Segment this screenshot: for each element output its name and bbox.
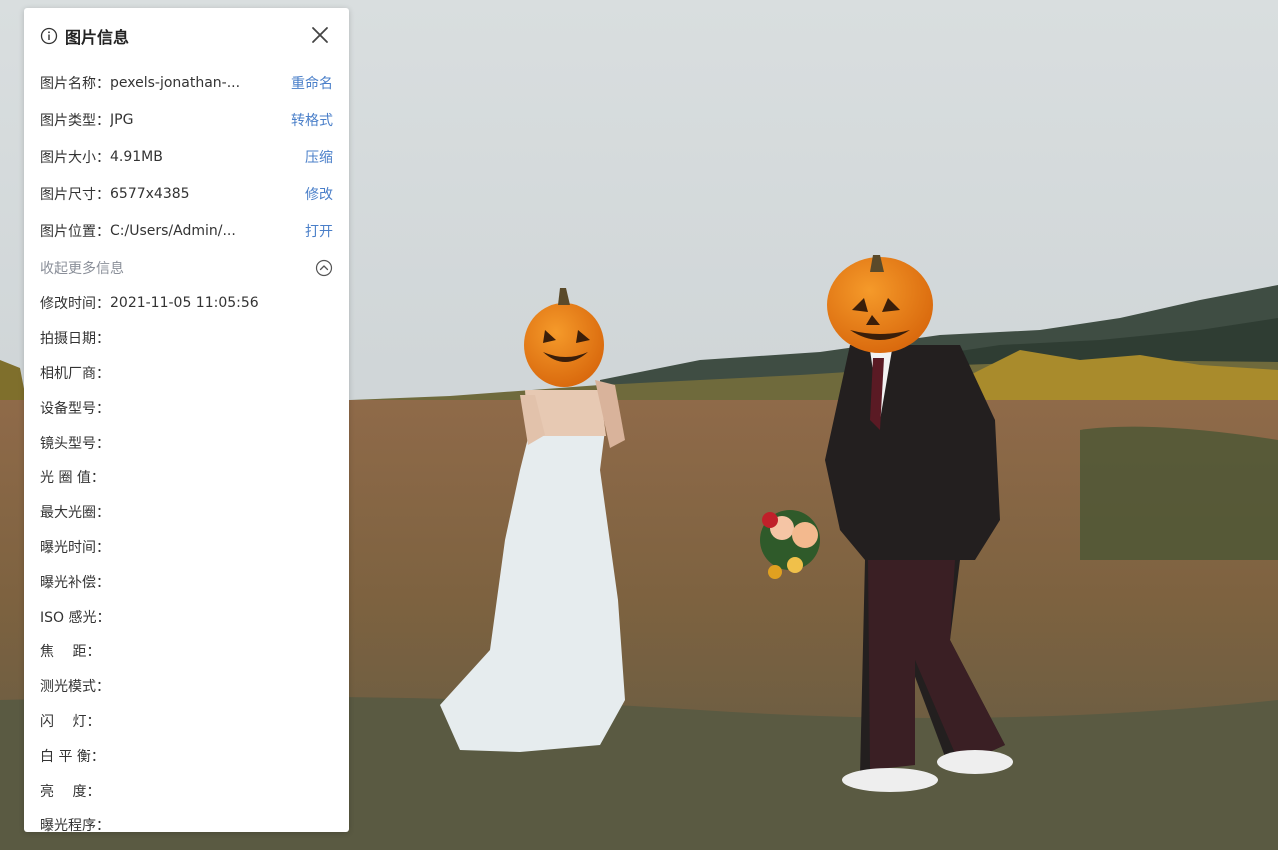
row-label: 曝光时间： <box>40 539 110 556</box>
chevron-up-circle-icon[interactable] <box>315 259 333 277</box>
basic-info-list: 图片名称： pexels-jonathan-... 重命名 图片类型： JPG … <box>40 64 333 249</box>
exif-row-brightness: 亮 度： <box>40 773 333 808</box>
convert-format-button[interactable]: 转格式 <box>291 110 333 130</box>
row-label: 镜头型号： <box>40 435 110 452</box>
exif-row-exposure-time: 曝光时间： <box>40 530 333 565</box>
row-label: 白 平 衡： <box>40 748 105 765</box>
exif-row-lens-model: 镜头型号： <box>40 425 333 460</box>
info-row-dimensions: 图片尺寸： 6577x4385 修改 <box>40 175 333 212</box>
row-label: 图片名称： <box>40 75 110 92</box>
row-label: 曝光程序： <box>40 818 110 835</box>
info-icon <box>40 27 58 45</box>
row-label: 设备型号： <box>40 400 110 417</box>
info-row-name: 图片名称： pexels-jonathan-... 重命名 <box>40 64 333 101</box>
exif-row-iso: ISO 感光： <box>40 599 333 634</box>
exif-row-capture-date: 拍摄日期： <box>40 321 333 356</box>
row-label: 图片大小： <box>40 149 110 166</box>
toggle-label: 收起更多信息 <box>40 260 124 277</box>
exif-row-exposure-program: 曝光程序： <box>40 808 333 843</box>
row-label: 修改时间： <box>40 296 110 313</box>
panel-header: 图片信息 <box>40 8 333 64</box>
exif-row-modified-time: 修改时间： 2021-11-05 11:05:56 <box>40 286 333 321</box>
close-icon[interactable] <box>307 22 333 48</box>
row-label: 图片类型： <box>40 112 110 129</box>
compress-button[interactable]: 压缩 <box>305 147 333 167</box>
row-value: 2021-11-05 11:05:56 <box>110 295 259 312</box>
exif-row-metering-mode: 测光模式： <box>40 669 333 704</box>
row-label: 图片尺寸： <box>40 186 110 203</box>
open-location-button[interactable]: 打开 <box>305 221 333 241</box>
row-label: 测光模式： <box>40 679 110 696</box>
exif-row-camera-maker: 相机厂商： <box>40 356 333 391</box>
row-value: JPG <box>110 111 134 128</box>
exif-row-aperture: 光 圈 值： <box>40 460 333 495</box>
image-viewer: 图片信息 图片名称： pexels-jonathan-... 重命名 图片类型：… <box>0 0 1278 850</box>
row-label: 相机厂商： <box>40 365 110 382</box>
row-value: C:/Users/Admin/... <box>110 222 236 239</box>
row-label: 光 圈 值： <box>40 470 105 487</box>
image-info-panel: 图片信息 图片名称： pexels-jonathan-... 重命名 图片类型：… <box>24 8 349 834</box>
rename-button[interactable]: 重命名 <box>291 73 333 93</box>
row-label: ISO 感光： <box>40 609 111 626</box>
exif-info-list: 修改时间： 2021-11-05 11:05:56 拍摄日期： 相机厂商： 设备… <box>40 286 333 843</box>
row-label: 闪 灯： <box>40 713 101 730</box>
row-label: 焦 距： <box>40 644 101 661</box>
exif-row-exposure-compensation: 曝光补偿： <box>40 564 333 599</box>
row-label: 最大光圈： <box>40 505 110 522</box>
row-label: 亮 度： <box>40 783 101 800</box>
row-label: 图片位置： <box>40 223 110 240</box>
panel-title: 图片信息 <box>65 28 130 47</box>
exif-row-device-model: 设备型号： <box>40 390 333 425</box>
row-value: 6577x4385 <box>110 185 190 202</box>
row-label: 曝光补偿： <box>40 574 110 591</box>
exif-row-white-balance: 白 平 衡： <box>40 738 333 773</box>
info-row-location: 图片位置： C:/Users/Admin/... 打开 <box>40 212 333 249</box>
row-value: 4.91MB <box>110 148 163 165</box>
info-row-size: 图片大小： 4.91MB 压缩 <box>40 138 333 175</box>
exif-row-focal-length: 焦 距： <box>40 634 333 669</box>
row-label: 拍摄日期： <box>40 331 110 348</box>
exif-row-max-aperture: 最大光圈： <box>40 495 333 530</box>
row-value: pexels-jonathan-... <box>110 74 241 91</box>
resize-button[interactable]: 修改 <box>305 184 333 204</box>
info-row-type: 图片类型： JPG 转格式 <box>40 101 333 138</box>
exif-row-flash: 闪 灯： <box>40 704 333 739</box>
collapse-more-info-toggle[interactable]: 收起更多信息 <box>40 249 333 286</box>
